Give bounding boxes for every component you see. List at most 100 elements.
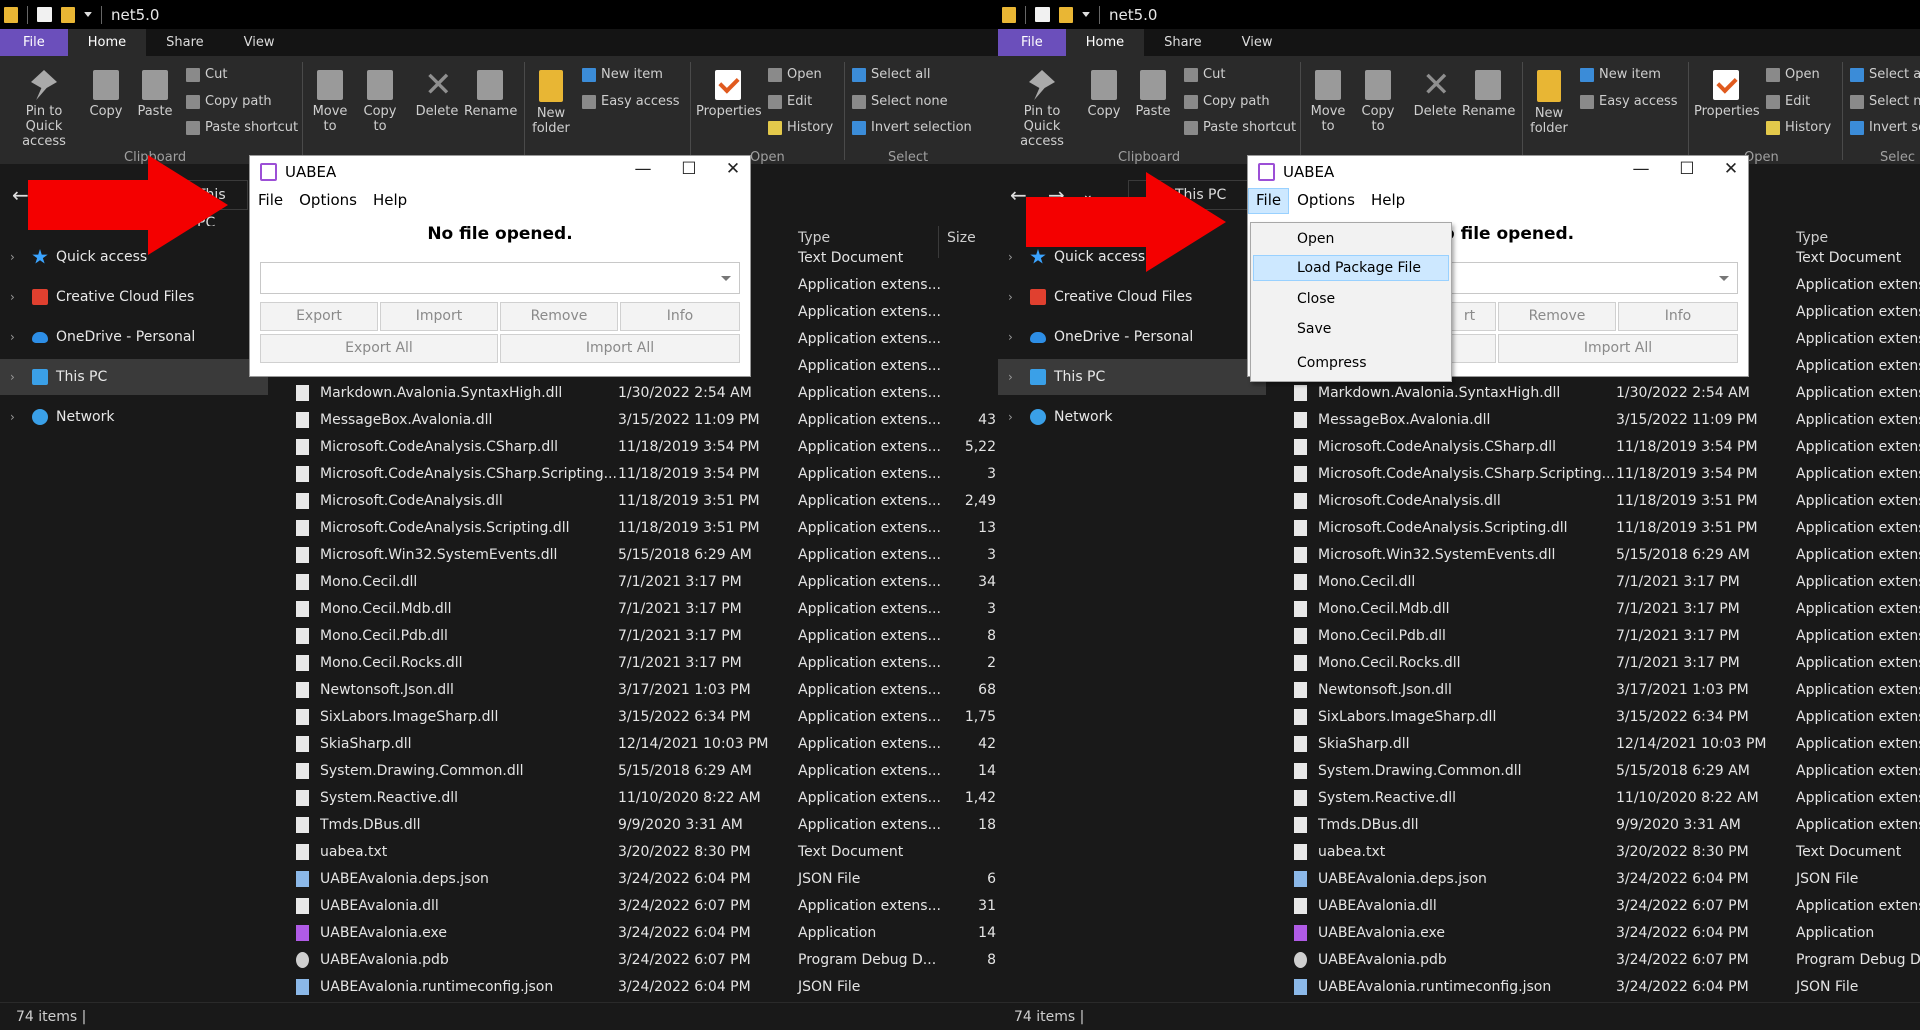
nav-item-this-pc[interactable]: › This PC: [0, 359, 268, 395]
nav-item-network[interactable]: › Network: [998, 399, 1266, 435]
properties-icon[interactable]: [37, 7, 52, 22]
move-to-button[interactable]: Move to: [310, 70, 350, 134]
table-row[interactable]: Text Document: [798, 245, 903, 272]
table-row[interactable]: Microsoft.CodeAnalysis.dll 11/18/2019 3:5…: [296, 488, 996, 515]
menu-item-close[interactable]: Close: [1253, 286, 1449, 312]
menu-item-open[interactable]: Open: [1253, 226, 1449, 252]
menu-file[interactable]: File: [1248, 188, 1290, 214]
chevron-right-icon[interactable]: ›: [10, 330, 22, 344]
edit-button[interactable]: Edit: [768, 94, 812, 109]
chevron-right-icon[interactable]: ›: [10, 370, 22, 384]
minimize-icon[interactable]: —: [1626, 159, 1656, 179]
minimize-icon[interactable]: —: [628, 159, 658, 179]
table-row[interactable]: Mono.Cecil.Rocks.dll 7/1/2021 3:17 PM Appl…: [1294, 650, 1920, 677]
import-all-button[interactable]: Import All: [500, 334, 740, 363]
export-all-button[interactable]: Export All: [260, 334, 498, 363]
chevron-right-icon[interactable]: ›: [1008, 250, 1020, 264]
menu-file[interactable]: File: [250, 188, 291, 214]
chevron-down-icon[interactable]: [1719, 276, 1729, 281]
rename-button[interactable]: Rename: [464, 70, 517, 119]
chevron-down-icon[interactable]: [1082, 11, 1090, 18]
copy-to-button[interactable]: Copy to: [360, 70, 400, 134]
table-row[interactable]: Tmds.DBus.dll 9/9/2020 3:31 AM Application…: [296, 812, 996, 839]
tab-home[interactable]: Home: [1065, 29, 1145, 56]
table-row[interactable]: Application extens...: [798, 299, 941, 326]
table-row[interactable]: Microsoft.Win32.SystemEvents.dll 5/15/201…: [1294, 542, 1920, 569]
table-row[interactable]: Application extens: [1796, 353, 1920, 380]
info-button[interactable]: Info: [620, 302, 740, 331]
tab-home[interactable]: Home: [67, 29, 147, 56]
table-row[interactable]: System.Drawing.Common.dll 5/15/2018 6:29 …: [1294, 758, 1920, 785]
nav-item-network[interactable]: › Network: [0, 399, 268, 435]
table-row[interactable]: UABEAvalonia.runtimeconfig.json 3/24/2022…: [296, 974, 996, 1001]
nav-item-this-pc[interactable]: › This PC: [998, 359, 1266, 395]
rename-button[interactable]: Rename: [1462, 70, 1515, 119]
properties-button[interactable]: Properties: [1694, 70, 1760, 119]
menu-item-compress[interactable]: Compress: [1253, 350, 1449, 376]
asset-selector-dropdown[interactable]: [1443, 262, 1738, 294]
properties-button[interactable]: Properties: [696, 70, 762, 119]
table-row[interactable]: Application extens...: [798, 326, 941, 353]
table-row[interactable]: Application extens...: [798, 272, 941, 299]
paste-button[interactable]: Paste: [134, 70, 176, 119]
maximize-icon[interactable]: ☐: [674, 159, 704, 179]
asset-selector-dropdown[interactable]: [260, 262, 740, 294]
invert-selection-button[interactable]: Invert selection: [852, 120, 972, 135]
table-row[interactable]: UABEAvalonia.deps.json 3/24/2022 6:04 PM J…: [1294, 866, 1920, 893]
chevron-down-icon[interactable]: [84, 11, 92, 18]
new-item-button[interactable]: New item: [1580, 67, 1661, 82]
table-row[interactable]: System.Reactive.dll 11/10/2020 8:22 AM App…: [296, 785, 996, 812]
close-icon[interactable]: ✕: [1716, 159, 1746, 179]
table-row[interactable]: UABEAvalonia.exe 3/24/2022 6:04 PM Applica…: [296, 920, 996, 947]
table-row[interactable]: Newtonsoft.Json.dll 3/17/2021 1:03 PM Appl…: [1294, 677, 1920, 704]
table-row[interactable]: UABEAvalonia.deps.json 3/24/2022 6:04 PM J…: [296, 866, 996, 893]
nav-item-onedrive[interactable]: › OneDrive - Personal: [998, 319, 1266, 355]
table-row[interactable]: Application extens: [1796, 299, 1920, 326]
table-row[interactable]: Application extens...: [798, 353, 941, 380]
table-row[interactable]: uabea.txt 3/20/2022 8:30 PM Text Document: [296, 839, 996, 866]
tab-view[interactable]: View: [1222, 29, 1293, 56]
back-arrow-icon[interactable]: ←: [1010, 183, 1027, 207]
table-row[interactable]: Application extens: [1796, 326, 1920, 353]
history-button[interactable]: History: [1766, 120, 1831, 135]
copy-to-button[interactable]: Copy to: [1358, 70, 1398, 134]
info-button[interactable]: Info: [1618, 302, 1738, 331]
table-row[interactable]: MessageBox.Avalonia.dll 3/15/2022 11:09 P…: [1294, 407, 1920, 434]
tab-share[interactable]: Share: [1144, 29, 1222, 56]
table-row[interactable]: Microsoft.CodeAnalysis.dll 11/18/2019 3:5…: [1294, 488, 1920, 515]
table-row[interactable]: UABEAvalonia.runtimeconfig.json 3/24/2022…: [1294, 974, 1920, 1001]
table-row[interactable]: Mono.Cecil.Mdb.dll 7/1/2021 3:17 PM Applic…: [296, 596, 996, 623]
pin-quick-access-button[interactable]: Pin to Quick access: [1004, 70, 1080, 149]
copy-button[interactable]: Copy: [86, 70, 126, 119]
cut-button[interactable]: Cut: [1184, 67, 1225, 82]
table-row[interactable]: Microsoft.CodeAnalysis.CSharp.dll 11/18/2…: [296, 434, 996, 461]
chevron-right-icon[interactable]: ›: [10, 250, 22, 264]
copy-button[interactable]: Copy: [1084, 70, 1124, 119]
table-row[interactable]: Markdown.Avalonia.SyntaxHigh.dll 1/30/202…: [1294, 380, 1920, 407]
new-folder-button[interactable]: New folder: [1526, 70, 1572, 136]
menu-item-save[interactable]: Save: [1253, 316, 1449, 342]
tab-file[interactable]: File: [0, 29, 68, 56]
table-row[interactable]: Microsoft.CodeAnalysis.CSharp.Scripting.…: [296, 461, 996, 488]
chevron-right-icon[interactable]: ›: [1008, 370, 1020, 384]
table-row[interactable]: UABEAvalonia.pdb 3/24/2022 6:07 PM Program…: [296, 947, 996, 974]
chevron-right-icon[interactable]: ›: [1008, 290, 1020, 304]
import-all-button[interactable]: Import All: [1498, 334, 1738, 363]
table-row[interactable]: Newtonsoft.Json.dll 3/17/2021 1:03 PM Appl…: [296, 677, 996, 704]
new-folder-icon[interactable]: [61, 6, 75, 23]
paste-shortcut-button[interactable]: Paste shortcut: [1184, 120, 1296, 135]
close-icon[interactable]: ✕: [718, 159, 748, 179]
table-row[interactable]: Mono.Cecil.Rocks.dll 7/1/2021 3:17 PM Appl…: [296, 650, 996, 677]
paste-button[interactable]: Paste: [1132, 70, 1174, 119]
table-row[interactable]: Microsoft.CodeAnalysis.CSharp.Scripting.…: [1294, 461, 1920, 488]
table-row[interactable]: SkiaSharp.dll 12/14/2021 10:03 PM Applicat…: [296, 731, 996, 758]
properties-icon[interactable]: [1035, 7, 1050, 22]
table-row[interactable]: MessageBox.Avalonia.dll 3/15/2022 11:09 P…: [296, 407, 996, 434]
tab-view[interactable]: View: [224, 29, 295, 56]
nav-item-onedrive[interactable]: › OneDrive - Personal: [0, 319, 268, 355]
new-item-button[interactable]: New item: [582, 67, 663, 82]
table-row[interactable]: UABEAvalonia.dll 3/24/2022 6:07 PM Applica…: [1294, 893, 1920, 920]
table-row[interactable]: Microsoft.CodeAnalysis.CSharp.dll 11/18/2…: [1294, 434, 1920, 461]
tab-file[interactable]: File: [998, 29, 1066, 56]
table-row[interactable]: System.Reactive.dll 11/10/2020 8:22 AM App…: [1294, 785, 1920, 812]
